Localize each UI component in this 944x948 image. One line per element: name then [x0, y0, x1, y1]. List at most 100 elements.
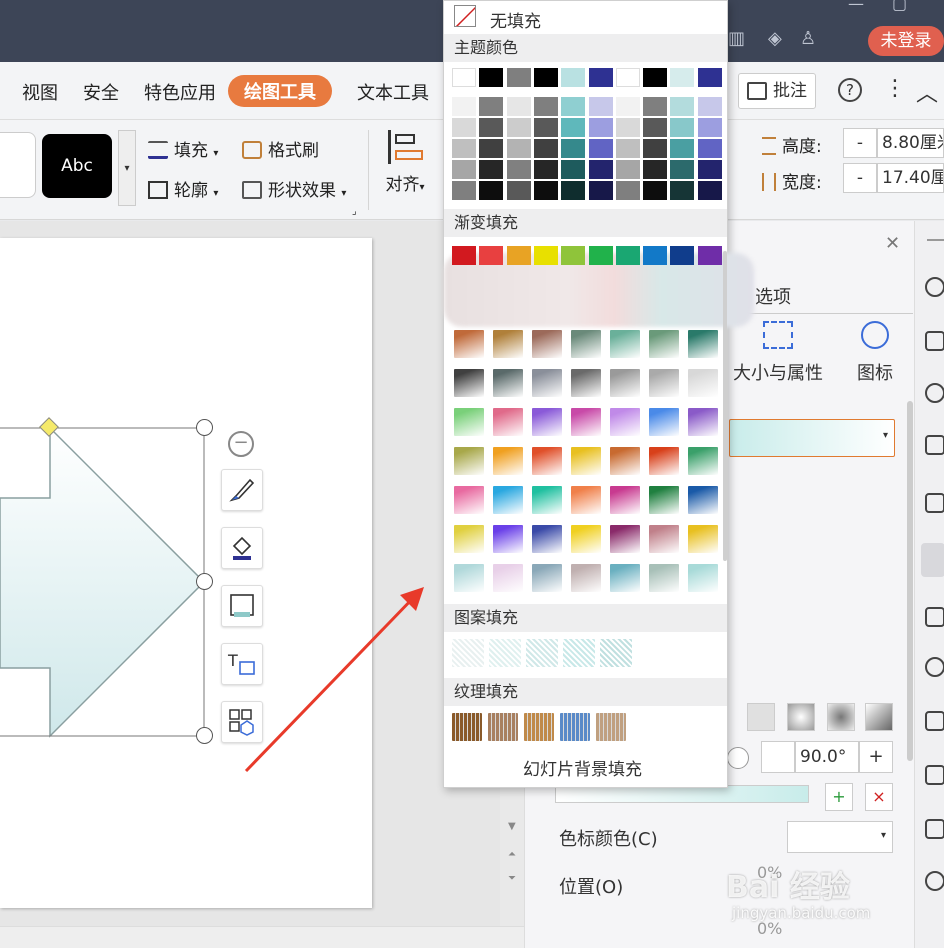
theme-shade-swatch[interactable] [615, 118, 640, 137]
gradient-preset-swatch[interactable] [454, 330, 484, 358]
theme-shade-swatch[interactable] [479, 139, 504, 158]
theme-shade-swatch[interactable] [533, 160, 558, 179]
theme-shade-swatch[interactable] [697, 97, 722, 116]
remove-stop-icon[interactable]: × [865, 783, 893, 811]
gradient-preset-swatch[interactable] [571, 447, 601, 475]
pattern-swatch[interactable] [452, 639, 484, 667]
theme-shade-swatch[interactable] [697, 181, 722, 200]
theme-shade-swatch[interactable] [452, 181, 476, 200]
theme-shade-swatch[interactable] [588, 118, 613, 137]
gradient-preset-swatch[interactable] [571, 486, 601, 514]
angle-dial-icon[interactable] [727, 747, 749, 769]
gradient-preset-swatch[interactable] [454, 408, 484, 436]
theme-shade-swatch[interactable] [588, 160, 613, 179]
login-button[interactable]: 未登录 [868, 26, 944, 56]
gradient-path-icon[interactable] [865, 703, 893, 731]
width-decrement[interactable]: - [843, 163, 877, 193]
theme-shade-swatch[interactable] [533, 181, 558, 200]
theme-shade-swatch[interactable] [643, 160, 668, 179]
angle-increment[interactable]: + [859, 741, 893, 773]
theme-shade-swatch[interactable] [506, 181, 531, 200]
standard-color-swatch[interactable] [643, 246, 668, 265]
standard-color-swatch[interactable] [506, 246, 531, 265]
gradient-preset-swatch[interactable] [688, 408, 718, 436]
align-button[interactable]: 对齐▾ [380, 130, 430, 195]
theme-color-swatch[interactable] [697, 68, 722, 87]
theme-color-swatch[interactable] [479, 68, 504, 87]
menu-drawing-tools[interactable]: 绘图工具 [228, 75, 332, 107]
gradient-preset-swatch[interactable] [610, 525, 640, 553]
pattern-swatch[interactable] [489, 639, 521, 667]
angle-decrement[interactable] [761, 741, 795, 773]
theme-color-swatch[interactable] [506, 68, 531, 87]
gradient-preset-swatch[interactable] [454, 486, 484, 514]
theme-shade-swatch[interactable] [615, 139, 640, 158]
gradient-preset-swatch[interactable] [571, 408, 601, 436]
gradient-preset-swatch[interactable] [649, 447, 679, 475]
outline-button[interactable]: 轮廓 ▾ [148, 176, 218, 201]
gradient-preset-swatch[interactable] [532, 408, 562, 436]
gradient-preset-swatch[interactable] [532, 525, 562, 553]
restore-icon[interactable]: ▢ [892, 0, 907, 13]
theme-shade-swatch[interactable] [588, 139, 613, 158]
no-fill-icon[interactable] [454, 5, 476, 27]
theme-color-swatch[interactable] [643, 68, 668, 87]
theme-color-swatch[interactable] [615, 68, 640, 87]
theme-shade-swatch[interactable] [670, 181, 695, 200]
gradient-preset-swatch[interactable] [493, 330, 523, 358]
height-decrement[interactable]: - [843, 128, 877, 158]
gradient-preset-swatch[interactable] [649, 369, 679, 397]
more-icon[interactable]: ⋮ [884, 76, 906, 101]
gradient-preset-swatch[interactable] [610, 447, 640, 475]
theme-shade-swatch[interactable] [452, 139, 476, 158]
theme-shade-swatch[interactable] [588, 181, 613, 200]
resize-handle-top-right[interactable] [196, 419, 213, 436]
gradient-preset-swatch[interactable] [454, 564, 484, 592]
theme-shade-swatch[interactable] [452, 118, 476, 137]
theme-shade-swatch[interactable] [643, 181, 668, 200]
scroll-down-icon[interactable]: ▼ [508, 821, 516, 832]
shape-style-preview[interactable] [0, 132, 36, 198]
theme-shade-swatch[interactable] [615, 97, 640, 116]
theme-shade-swatch[interactable] [643, 118, 668, 137]
gradient-preset-swatch[interactable] [610, 330, 640, 358]
gradient-preset-swatch[interactable] [688, 369, 718, 397]
theme-shade-swatch[interactable] [643, 97, 668, 116]
prev-page-icon[interactable]: ⏶ [508, 849, 516, 860]
close-icon[interactable]: ✕ [885, 233, 900, 254]
theme-color-swatch[interactable] [561, 68, 586, 87]
theme-shade-swatch[interactable] [506, 97, 531, 116]
gradient-preset-swatch[interactable] [649, 330, 679, 358]
standard-color-swatch[interactable] [697, 246, 722, 265]
standard-color-swatch[interactable] [479, 246, 504, 265]
standard-color-swatch[interactable] [452, 246, 476, 265]
gradient-preset-swatch[interactable] [688, 447, 718, 475]
shapes-icon[interactable] [925, 383, 944, 403]
collapse-ribbon-icon[interactable]: ︿ [916, 76, 938, 108]
texture-swatch[interactable] [524, 713, 554, 741]
gradient-preset-swatch[interactable] [532, 369, 562, 397]
no-fill-option[interactable]: 无填充 [490, 7, 541, 32]
pattern-swatch[interactable] [600, 639, 632, 667]
theme-shade-swatch[interactable] [670, 160, 695, 179]
gradient-preset-swatch[interactable] [454, 525, 484, 553]
theme-shade-swatch[interactable] [561, 97, 586, 116]
popup-scrollbar[interactable] [723, 251, 727, 561]
angle-input[interactable]: 90.0° [795, 741, 859, 773]
gradient-preset-swatch[interactable] [454, 369, 484, 397]
grid-icon[interactable] [925, 493, 944, 513]
theme-shade-swatch[interactable] [697, 160, 722, 179]
theme-shade-swatch[interactable] [561, 181, 586, 200]
theme-shade-swatch[interactable] [588, 97, 613, 116]
gradient-preset-swatch[interactable] [571, 369, 601, 397]
gradient-preset-swatch[interactable] [571, 330, 601, 358]
menu-text-tools[interactable]: 文本工具 [357, 79, 429, 105]
gradient-preset-swatch[interactable] [688, 564, 718, 592]
theme-shade-swatch[interactable] [561, 160, 586, 179]
style-brush-tool[interactable] [221, 469, 263, 511]
resize-handle-right[interactable] [196, 573, 213, 590]
next-page-icon[interactable]: ⏷ [508, 873, 516, 884]
theme-shade-swatch[interactable] [452, 160, 476, 179]
standard-color-swatch[interactable] [533, 246, 558, 265]
texture-swatch[interactable] [560, 713, 590, 741]
